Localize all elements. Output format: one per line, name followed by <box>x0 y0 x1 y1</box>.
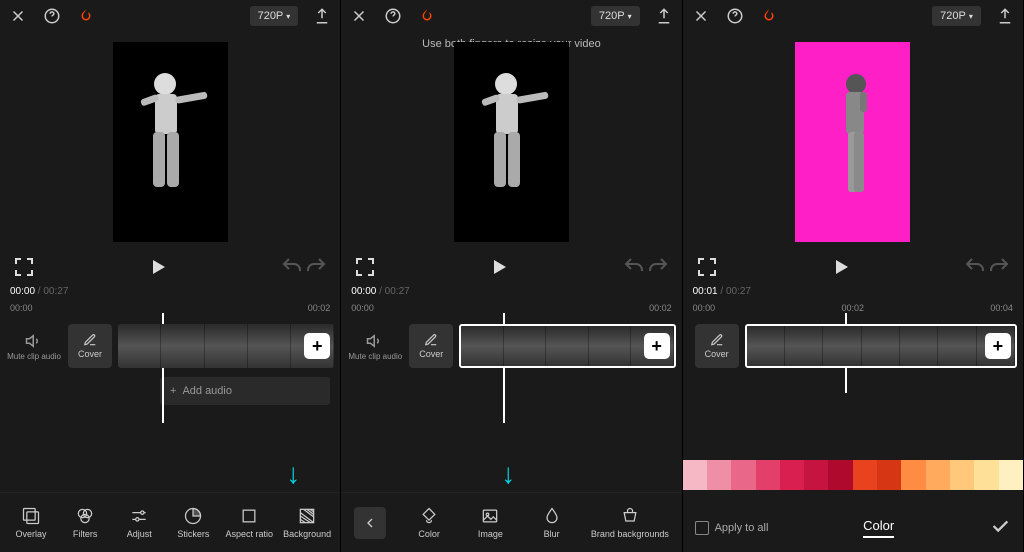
help-icon[interactable] <box>383 6 403 26</box>
timeline[interactable]: Cover + <box>683 313 1023 393</box>
cover-button[interactable]: Cover <box>409 324 453 368</box>
time-ruler: 00:0000:02 <box>341 303 681 313</box>
nav-background[interactable]: Background <box>283 506 331 539</box>
undo-button[interactable] <box>963 255 987 279</box>
mute-audio-button[interactable]: Mute clip audio <box>6 332 62 361</box>
color-swatch[interactable] <box>853 460 877 490</box>
add-audio-button[interactable]: +Add audio <box>160 377 330 405</box>
add-clip-button[interactable]: + <box>304 333 330 359</box>
close-icon[interactable] <box>691 6 711 26</box>
nav-brand-backgrounds[interactable]: Brand backgrounds <box>591 506 669 539</box>
cover-button[interactable]: Cover <box>68 324 112 368</box>
mute-audio-button[interactable]: Mute clip audio <box>347 332 403 361</box>
nav-stickers[interactable]: Stickers <box>171 506 215 539</box>
fullscreen-icon[interactable] <box>353 255 377 279</box>
flame-icon[interactable] <box>759 6 779 26</box>
nav-image[interactable]: Image <box>468 506 512 539</box>
apply-to-all-checkbox[interactable]: Apply to all <box>695 521 769 535</box>
screen-2-background-menu: 720P Use both fingers to resize your vid… <box>341 0 682 552</box>
color-swatch[interactable] <box>974 460 998 490</box>
color-swatch[interactable] <box>731 460 755 490</box>
timecode: 00:00 / 00:27 <box>0 282 340 301</box>
help-icon[interactable] <box>725 6 745 26</box>
time-ruler: 00:0000:02 <box>0 303 340 313</box>
video-clip-selected[interactable]: + <box>745 324 1017 368</box>
nav-color[interactable]: Color <box>407 506 451 539</box>
flame-icon[interactable] <box>76 6 96 26</box>
cover-label: Cover <box>705 349 729 359</box>
redo-button[interactable] <box>987 255 1011 279</box>
resolution-button[interactable]: 720P <box>250 6 299 26</box>
redo-button[interactable] <box>646 255 670 279</box>
color-swatch-bar[interactable] <box>683 460 1023 490</box>
video-clip[interactable]: + <box>118 324 334 368</box>
close-icon[interactable] <box>349 6 369 26</box>
fullscreen-icon[interactable] <box>695 255 719 279</box>
color-swatch[interactable] <box>950 460 974 490</box>
color-tab[interactable]: Color <box>863 518 894 538</box>
close-icon[interactable] <box>8 6 28 26</box>
color-swatch[interactable] <box>756 460 780 490</box>
undo-button[interactable] <box>280 255 304 279</box>
resolution-button[interactable]: 720P <box>932 6 981 26</box>
color-swatch[interactable] <box>877 460 901 490</box>
color-swatch[interactable] <box>901 460 925 490</box>
play-button[interactable] <box>146 255 170 279</box>
annotation-arrow-icon: ↓ <box>501 458 515 490</box>
undo-button[interactable] <box>622 255 646 279</box>
color-picker-footer: Apply to all Color <box>683 504 1023 552</box>
help-icon[interactable] <box>42 6 62 26</box>
mute-label: Mute clip audio <box>7 352 61 361</box>
color-swatch[interactable] <box>828 460 852 490</box>
timecode: 00:01 / 00:27 <box>683 282 1023 301</box>
play-button[interactable] <box>487 255 511 279</box>
playback-controls <box>0 252 340 282</box>
export-icon[interactable] <box>312 6 332 26</box>
nav-adjust[interactable]: Adjust <box>117 506 161 539</box>
export-icon[interactable] <box>654 6 674 26</box>
redo-button[interactable] <box>304 255 328 279</box>
annotation-arrow-icon: ↓ <box>286 458 300 490</box>
timecode: 00:00 / 00:27 <box>341 282 681 301</box>
playback-controls <box>341 252 681 282</box>
timeline[interactable]: Mute clip audio Cover + <box>341 313 681 423</box>
timeline[interactable]: Mute clip audio Cover + +Add audio <box>0 313 340 423</box>
background-submenu: Color Image Blur Brand backgrounds <box>341 492 681 552</box>
export-icon[interactable] <box>995 6 1015 26</box>
color-swatch[interactable] <box>804 460 828 490</box>
video-preview[interactable] <box>0 32 340 252</box>
fullscreen-icon[interactable] <box>12 255 36 279</box>
resolution-button[interactable]: 720P <box>591 6 640 26</box>
add-clip-button[interactable]: + <box>644 333 670 359</box>
screen-1-main-editor: 720P 00:00 / 00:27 00:0000:02 Mute clip … <box>0 0 341 552</box>
nav-filters[interactable]: Filters <box>63 506 107 539</box>
mute-label: Mute clip audio <box>348 352 402 361</box>
time-ruler: 00:0000:0200:04 <box>683 303 1023 313</box>
screen-3-color-picker: 720P 00:01 / 00:27 00:0000:0200:04 Cover… <box>683 0 1024 552</box>
top-bar: 720P <box>683 0 1023 32</box>
top-bar: 720P <box>0 0 340 32</box>
color-swatch[interactable] <box>683 460 707 490</box>
nav-blur[interactable]: Blur <box>530 506 574 539</box>
video-clip-selected[interactable]: + <box>459 324 675 368</box>
color-swatch[interactable] <box>999 460 1023 490</box>
video-preview[interactable] <box>683 32 1023 252</box>
flame-icon[interactable] <box>417 6 437 26</box>
color-swatch[interactable] <box>926 460 950 490</box>
color-swatch[interactable] <box>707 460 731 490</box>
playback-controls <box>683 252 1023 282</box>
bottom-toolbar: Overlay Filters Adjust Stickers Aspect r… <box>0 492 340 552</box>
video-preview[interactable]: Use both fingers to resize your video <box>341 32 681 252</box>
confirm-button[interactable] <box>989 515 1011 542</box>
add-clip-button[interactable]: + <box>985 333 1011 359</box>
color-swatch[interactable] <box>780 460 804 490</box>
play-button[interactable] <box>829 255 853 279</box>
top-bar: 720P <box>341 0 681 32</box>
cover-label: Cover <box>419 349 443 359</box>
cover-button[interactable]: Cover <box>695 324 739 368</box>
nav-aspect-ratio[interactable]: Aspect ratio <box>225 506 273 539</box>
cover-label: Cover <box>78 349 102 359</box>
back-button[interactable] <box>354 507 386 539</box>
nav-overlay[interactable]: Overlay <box>9 506 53 539</box>
